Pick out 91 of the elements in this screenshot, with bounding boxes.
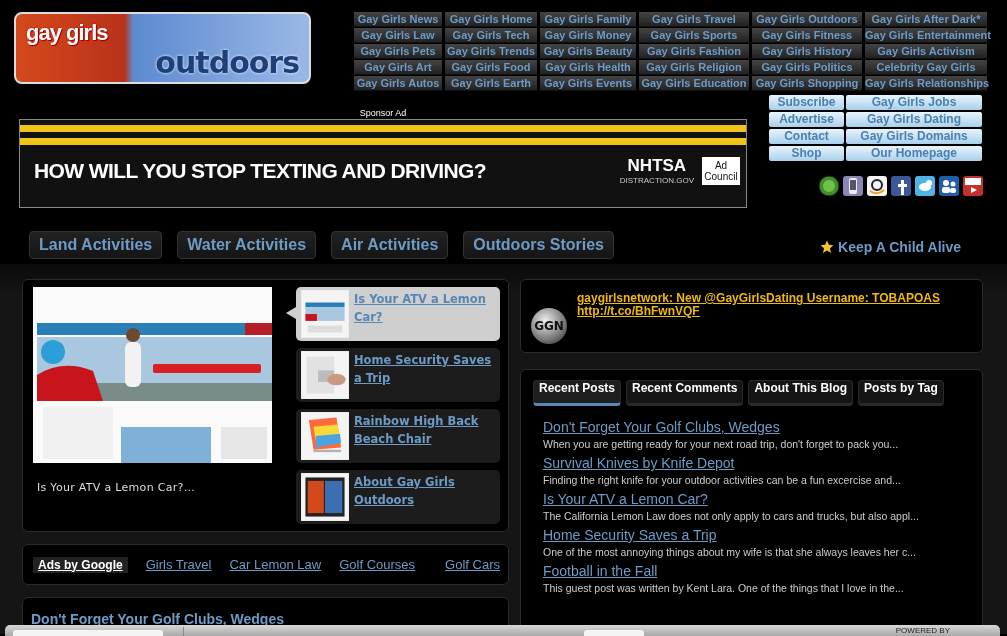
nav-link[interactable]: Gay Girls Fashion [639, 44, 749, 59]
square-icon[interactable] [890, 175, 912, 197]
side-link[interactable]: Subscribe [769, 95, 844, 110]
nav-link[interactable]: Gay Girls Family [540, 12, 636, 27]
blog-tab[interactable]: About This Blog [748, 380, 854, 406]
nav-link[interactable]: Gay Girls Pets [354, 44, 442, 59]
slide-item[interactable]: Home Security Saves a Trip [296, 348, 500, 402]
toolbar-field[interactable] [13, 630, 163, 636]
category-tab[interactable]: Air Activities [331, 231, 449, 259]
slide-link[interactable]: Rainbow High Back Beach Chair [354, 412, 495, 448]
nav-link[interactable]: Gay Girls Home [445, 12, 537, 27]
slide-caption: Is Your ATV a Lemon Car?... [37, 481, 197, 494]
post-title[interactable]: Survival Knives by Knife Depot [543, 455, 735, 471]
side-link[interactable]: Shop [769, 146, 844, 161]
post-title[interactable]: Home Security Saves a Trip [543, 527, 717, 543]
badge-icon[interactable] [818, 175, 840, 197]
sponsor-label: Sponsor Ad [358, 108, 408, 119]
post-excerpt: This guest post was written by Kent Lara. One of the things that I love in the... [543, 581, 905, 596]
nav-link[interactable]: Gay Girls Sports [639, 28, 749, 43]
post-excerpt: The California Lemon Law does not only apply to cars and trucks, but also appl... [543, 509, 920, 524]
nav-link[interactable]: Gay Girls Education [639, 76, 749, 91]
side-link[interactable]: Gay Girls Jobs [846, 95, 982, 110]
nav-link[interactable]: Gay Girls Art [354, 60, 442, 75]
category-tab[interactable]: Outdoors Stories [463, 231, 614, 259]
side-link[interactable]: Gay Girls Dating [846, 112, 982, 127]
post-excerpt: When you are getting ready for your next road trip, don't forget to pack you... [543, 437, 900, 452]
nav-link[interactable]: Gay Girls Religion [639, 60, 749, 75]
tweet-link[interactable]: gaygirlsnetwork: New @GayGirlsDating Username: TOBAPOAS [577, 292, 940, 305]
ad-link[interactable]: Girls Travel [145, 557, 212, 572]
nav-link[interactable]: Gay Girls Tech [445, 28, 537, 43]
nav-link[interactable]: Gay Girls Food [445, 60, 537, 75]
nav-link[interactable]: Gay Girls Relationships [865, 76, 987, 91]
ad-headline: HOW WILL YOU STOP TEXTING AND DRIVING? [34, 158, 488, 183]
nav-link[interactable]: Gay Girls History [752, 44, 862, 59]
side-link[interactable]: Contact [769, 129, 844, 144]
post-title[interactable]: Football in the Fall [543, 563, 658, 579]
slide-item[interactable]: About Gay Girls Outdoors [296, 470, 500, 524]
ad-link[interactable]: Golf Courses [339, 557, 416, 572]
category-tab[interactable]: Land Activities [29, 231, 163, 259]
logo-text: outdoors [155, 45, 299, 80]
slide-link[interactable]: Is Your ATV a Lemon Car? [354, 290, 495, 326]
nav-link[interactable]: Gay Girls Trends [445, 44, 537, 59]
post-title[interactable]: Don't Forget Your Golf Clubs, Wedges [543, 419, 780, 435]
featured-link[interactable]: Keep A Child Alive [838, 239, 961, 255]
agency-site-text: DISTRACTION.GOV [619, 176, 694, 185]
blog-tab[interactable]: Recent Posts [533, 380, 622, 406]
pointer-icon [286, 307, 296, 319]
nav-link[interactable]: Gay Girls Shopping [752, 76, 862, 91]
site-logo[interactable]: gay girls outdoors [14, 12, 311, 84]
nav-link[interactable]: Gay Girls Travel [639, 12, 749, 27]
toolbar-field[interactable] [584, 630, 644, 636]
star-icon [820, 240, 835, 254]
post-excerpt: One of the most annoying things about my wife is that she always leaves her c... [543, 545, 917, 560]
nav-link[interactable]: Gay Girls After Dark* [865, 12, 987, 27]
slide-item[interactable]: Rainbow High Back Beach Chair [296, 409, 500, 463]
side-link[interactable]: Gay Girls Domains [846, 129, 982, 144]
nav-link[interactable]: Gay Girls Health [540, 60, 636, 75]
category-tab[interactable]: Water Activities [177, 231, 317, 259]
council-logo-text: Ad Council [702, 156, 740, 185]
side-link[interactable]: Advertise [769, 112, 844, 127]
slide-link[interactable]: Home Security Saves a Trip [354, 351, 495, 387]
blog-tab[interactable]: Posts by Tag [858, 380, 944, 406]
nav-link[interactable]: Gay Girls Politics [752, 60, 862, 75]
logo-text: gay girls [26, 20, 108, 46]
agency-logo-text: NHTSA [627, 156, 687, 176]
ad-link[interactable]: Golf Cars [445, 557, 500, 572]
smile-icon[interactable] [866, 175, 888, 197]
side-link[interactable]: Our Homepage [846, 146, 982, 161]
phone-icon[interactable] [842, 175, 864, 197]
post-excerpt: Finding the right knife for your outdoor activities can be a fun excercise and... [543, 473, 902, 488]
nav-link[interactable]: Gay Girls Money [540, 28, 636, 43]
nav-link[interactable]: Gay Girls News [354, 12, 442, 27]
nav-link[interactable]: Gay Girls Activism [865, 44, 987, 59]
avatar-badge: GGN [531, 308, 567, 344]
post-title[interactable]: Is Your ATV a Lemon Car? [543, 491, 708, 507]
nav-link[interactable]: Gay Girls Law [354, 28, 442, 43]
blog-tab[interactable]: Recent Comments [626, 380, 744, 406]
people-icon[interactable] [938, 175, 960, 197]
play-icon[interactable] [962, 175, 984, 197]
nav-link[interactable]: Gay Girls Fitness [752, 28, 862, 43]
nav-link[interactable]: Gay Girls Autos [354, 76, 442, 91]
nav-link[interactable]: Gay Girls Events [540, 76, 636, 91]
nav-link[interactable]: Gay Girls Outdoors [752, 12, 862, 27]
nav-link[interactable]: Gay Girls Beauty [540, 44, 636, 59]
tweet-url[interactable]: http://t.co/BhFwnVQF [577, 305, 940, 318]
slide-link[interactable]: About Gay Girls Outdoors [354, 473, 495, 509]
nav-link[interactable]: Celebrity Gay Girls [865, 60, 987, 75]
ad-link[interactable]: Car Lemon Law [229, 557, 322, 572]
powered-by-label: POWERED BY [895, 626, 950, 636]
ads-label: Ads by Google [33, 556, 128, 573]
nav-link[interactable]: Gay Girls Earth [445, 76, 537, 91]
